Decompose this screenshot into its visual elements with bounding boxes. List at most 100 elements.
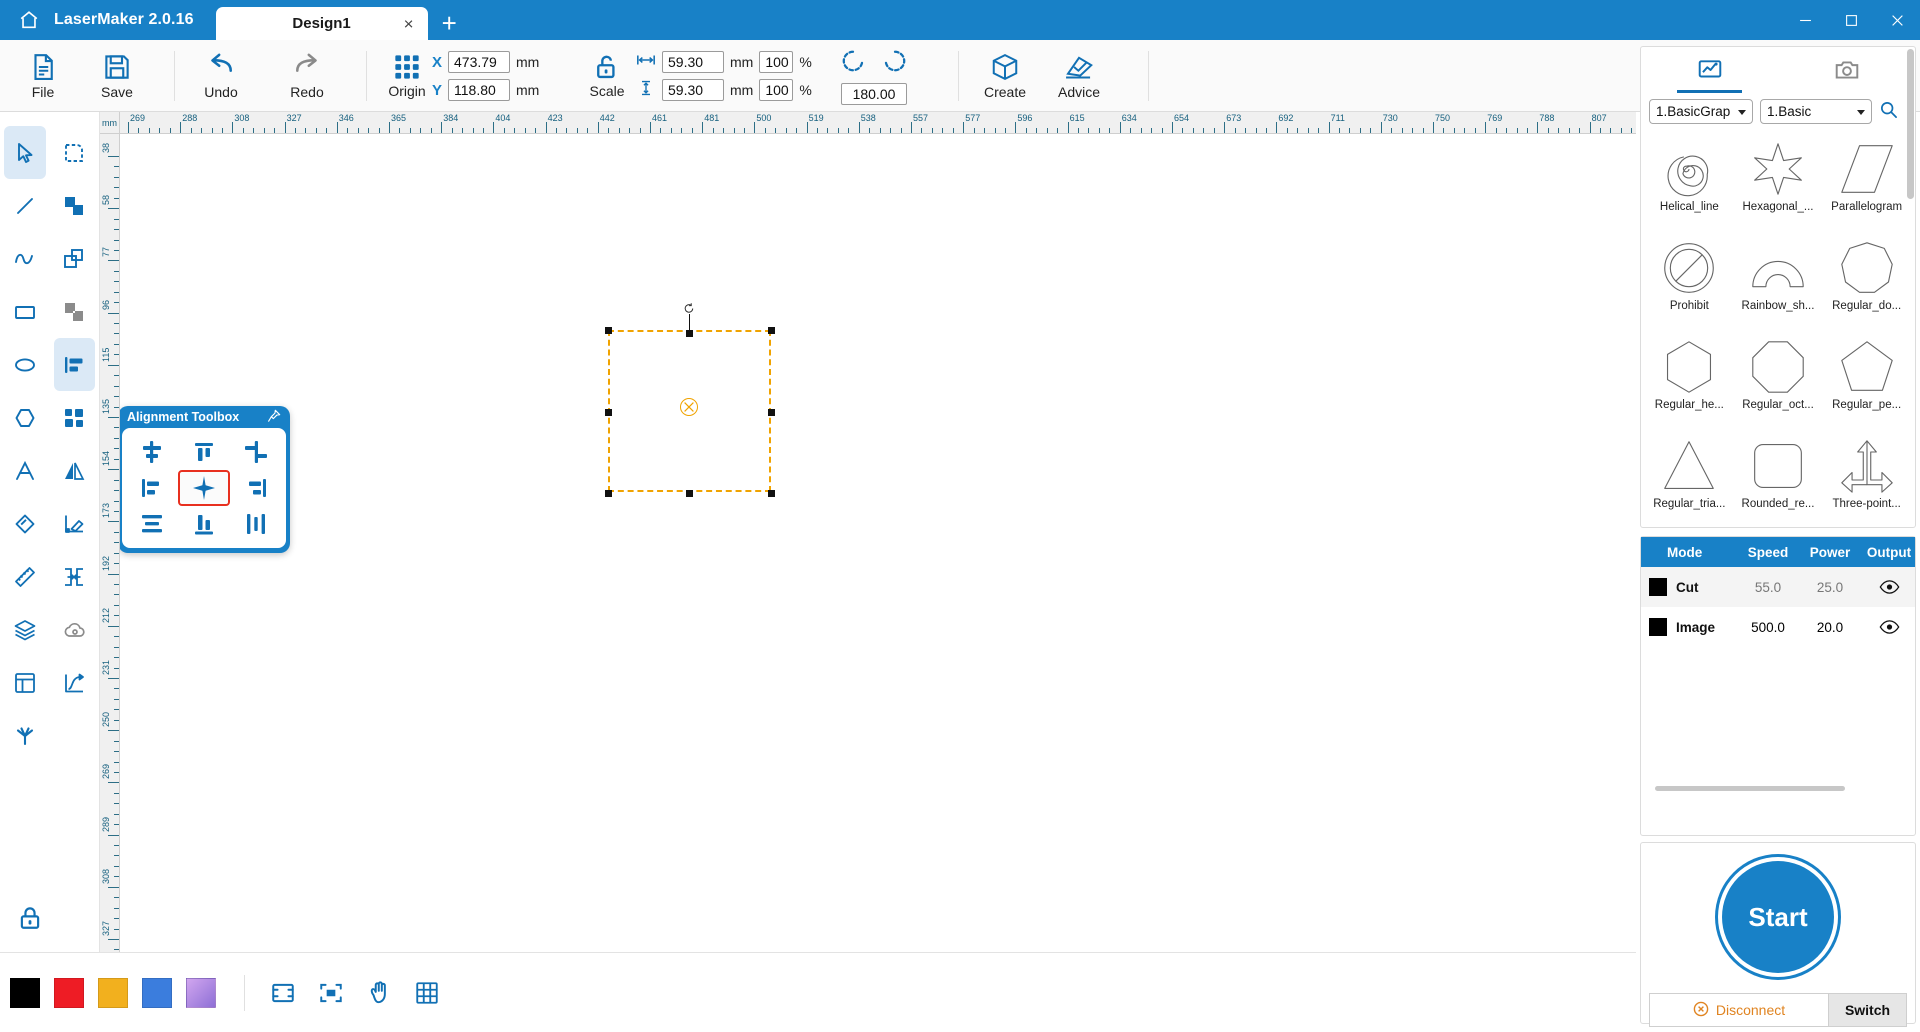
redo-button[interactable]: Redo xyxy=(264,42,350,110)
fit-width-tool[interactable] xyxy=(54,550,96,603)
horizontal-ruler[interactable]: 2692883083273463653844044234424614815005… xyxy=(120,112,1636,134)
resize-handle-n[interactable] xyxy=(686,330,693,337)
scale-lock-button[interactable]: Scale xyxy=(570,42,644,110)
alignment-toolbox[interactable]: Alignment Toolbox xyxy=(120,406,290,553)
align-left-button[interactable] xyxy=(126,434,178,470)
width-input[interactable]: 59.30 xyxy=(662,51,724,73)
grid-toggle-button[interactable] xyxy=(403,971,451,1015)
resize-handle-w[interactable] xyxy=(605,409,612,416)
subtract-tool[interactable] xyxy=(54,232,96,285)
sparkle-tool[interactable] xyxy=(4,709,46,762)
shape-item-hexagonal-star[interactable]: Hexagonal_... xyxy=(1734,134,1823,233)
color-swatch-purple[interactable] xyxy=(186,978,216,1008)
resize-handle-se[interactable] xyxy=(768,490,775,497)
pin-icon[interactable] xyxy=(267,409,281,426)
union-tool[interactable] xyxy=(54,179,96,232)
close-icon[interactable]: × xyxy=(404,15,414,32)
canvas-lock-button[interactable] xyxy=(12,900,48,936)
shape-item-regular-octagon[interactable]: Regular_oct... xyxy=(1734,332,1823,431)
layer-color-chip[interactable] xyxy=(1649,578,1667,596)
eraser-tool[interactable] xyxy=(4,497,46,550)
resize-handle-sw[interactable] xyxy=(605,490,612,497)
color-swatch-yellow[interactable] xyxy=(98,978,128,1008)
align-top-button[interactable] xyxy=(178,434,230,470)
align-horizontal-right-button[interactable] xyxy=(230,470,282,506)
height-percent-input[interactable]: 100 xyxy=(759,79,793,101)
library-tab[interactable] xyxy=(1641,47,1778,93)
advice-button[interactable]: Advice xyxy=(1042,42,1116,110)
eye-icon[interactable] xyxy=(1861,619,1917,635)
layer-power-value[interactable]: 20.0 xyxy=(1799,620,1861,635)
cloud-tool[interactable] xyxy=(54,603,96,656)
resize-handle-e[interactable] xyxy=(768,409,775,416)
rotate-handle-icon[interactable] xyxy=(683,302,695,314)
shape-item-prohibit[interactable]: Prohibit xyxy=(1645,233,1734,332)
y-input[interactable]: 118.80 xyxy=(448,79,510,101)
layer-speed-value[interactable]: 500.0 xyxy=(1737,620,1799,635)
window-close-button[interactable] xyxy=(1874,0,1920,40)
layer-power-value[interactable]: 25.0 xyxy=(1799,580,1861,595)
shape-item-regular-pentagon[interactable]: Regular_pe... xyxy=(1822,332,1911,431)
table-row[interactable]: Image 500.0 20.0 xyxy=(1641,607,1915,647)
layer-speed-value[interactable]: 55.0 xyxy=(1737,580,1799,595)
shape-item-rainbow-shape[interactable]: Rainbow_sh... xyxy=(1734,233,1823,332)
resize-handle-s[interactable] xyxy=(686,490,693,497)
height-input[interactable]: 59.30 xyxy=(662,79,724,101)
resize-handle-ne[interactable] xyxy=(768,327,775,334)
minimize-button[interactable] xyxy=(1782,0,1828,40)
table-row[interactable]: Cut 55.0 25.0 xyxy=(1641,567,1915,607)
save-button[interactable]: Save xyxy=(80,42,154,110)
align-horizontal-left-button[interactable] xyxy=(126,470,178,506)
color-swatch-red[interactable] xyxy=(54,978,84,1008)
rectangle-tool[interactable] xyxy=(4,285,46,338)
create-button[interactable]: Create xyxy=(968,42,1042,110)
category-select[interactable]: 1.BasicGrap xyxy=(1649,99,1753,124)
text-tool[interactable] xyxy=(4,444,46,497)
shape-item-helical-line[interactable]: Helical_line xyxy=(1645,134,1734,233)
fit-to-page-button[interactable] xyxy=(259,971,307,1015)
intersect-tool[interactable] xyxy=(54,285,96,338)
resize-handle-nw[interactable] xyxy=(605,327,612,334)
switch-button[interactable]: Switch xyxy=(1828,994,1906,1026)
x-input[interactable]: 473.79 xyxy=(448,51,510,73)
shape-item-regular-nonagon[interactable]: Regular_do... xyxy=(1822,233,1911,332)
layers-tool[interactable] xyxy=(4,603,46,656)
width-percent-input[interactable]: 100 xyxy=(759,51,793,73)
color-swatch-black[interactable] xyxy=(10,978,40,1008)
maximize-button[interactable] xyxy=(1828,0,1874,40)
file-button[interactable]: File xyxy=(6,42,80,110)
shape-item-rounded-rectangle[interactable]: Rounded_re... xyxy=(1734,431,1823,530)
ellipse-tool[interactable] xyxy=(4,338,46,391)
disconnect-button[interactable]: Disconnect xyxy=(1650,994,1828,1026)
shape-library-grid[interactable]: Helical_line Hexagonal_... Parallelogram xyxy=(1641,132,1915,532)
align-tool[interactable] xyxy=(54,338,96,391)
layer-color-chip[interactable] xyxy=(1649,618,1667,636)
new-tab-button[interactable]: + xyxy=(442,10,457,36)
shape-item-regular-hexagon[interactable]: Regular_he... xyxy=(1645,332,1734,431)
center-anchor-icon[interactable] xyxy=(680,398,698,416)
group-tool[interactable] xyxy=(54,391,96,444)
align-right-button[interactable] xyxy=(230,434,282,470)
vertical-ruler[interactable]: 3858779611513515417319221223125026928930… xyxy=(100,134,120,952)
layers-horizontal-scrollbar[interactable] xyxy=(1655,786,1845,791)
rotation-input[interactable]: 180.00 xyxy=(841,83,907,105)
shape-item-parallelogram[interactable]: Parallelogram xyxy=(1822,134,1911,233)
shape-item-regular-triangle[interactable]: Regular_tria... xyxy=(1645,431,1734,530)
distribute-rows-button[interactable] xyxy=(126,506,178,542)
measure-tool[interactable] xyxy=(4,550,46,603)
shape-library-scrollbar[interactable] xyxy=(1907,49,1914,199)
path-tool[interactable] xyxy=(54,656,96,709)
camera-tab[interactable] xyxy=(1778,47,1915,93)
draw-tool[interactable] xyxy=(54,497,96,550)
line-tool[interactable] xyxy=(4,179,46,232)
node-edit-tool[interactable] xyxy=(54,126,96,179)
fit-selection-button[interactable] xyxy=(307,971,355,1015)
color-swatch-blue[interactable] xyxy=(142,978,172,1008)
rotate-clockwise-icon[interactable] xyxy=(882,48,908,79)
align-bottom-button[interactable] xyxy=(178,506,230,542)
search-icon[interactable] xyxy=(1879,100,1898,124)
align-center-button[interactable] xyxy=(178,470,230,506)
pan-button[interactable] xyxy=(355,971,403,1015)
polygon-tool[interactable] xyxy=(4,391,46,444)
curve-tool[interactable] xyxy=(4,232,46,285)
